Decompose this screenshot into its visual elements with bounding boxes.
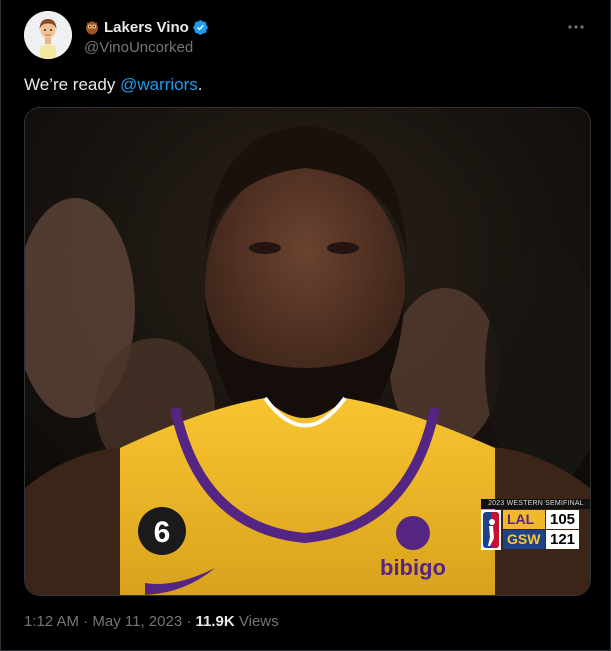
jersey-number: 6 [154,516,171,549]
verified-badge-icon [192,19,209,36]
jersey-sponsor: bibigo [380,555,446,580]
scorebug-score: 121 [546,530,579,549]
avatar[interactable] [24,11,72,59]
tweet-header: Lakers Vino @VinoUncorked [24,11,592,61]
meta-separator: · [182,613,196,630]
scorebug-team: GSW [503,530,545,549]
cartoon-avatar-icon [24,11,72,59]
scorebug: 2023 WESTERN SEMIFINAL LAL 105 GSW 121 [481,499,590,551]
owl-icon [84,19,100,35]
meta-separator: · [79,613,93,630]
tweet-meta: 1:12 AM · May 11, 2023 · 11.9K Views [24,613,279,630]
author-handle[interactable]: @VinoUncorked [84,39,209,56]
scorebug-score: 105 [546,510,579,529]
nba-logo-icon [481,510,501,550]
tweet-text-prefix: We’re ready [24,75,121,94]
tweet-media-image[interactable]: 6 bibigo 2023 WESTERN SEMIFINAL LAL 105 … [24,107,591,596]
display-name[interactable]: Lakers Vino [104,19,189,36]
views-label: Views [234,613,279,630]
scorebug-row-gsw: GSW 121 [503,530,579,549]
author-names: Lakers Vino @VinoUncorked [84,17,209,56]
tweet-text-suffix: . [197,75,203,94]
name-row[interactable]: Lakers Vino [84,17,209,37]
tweet-time[interactable]: 1:12 AM [24,613,79,630]
scorebug-row-lal: LAL 105 [503,510,579,529]
scorebug-team: LAL [503,510,545,529]
tweet-card: Lakers Vino @VinoUncorked We’re ready @w… [0,0,611,651]
tweet-date[interactable]: May 11, 2023 [92,613,182,630]
scorebug-title: 2023 WESTERN SEMIFINAL [481,499,590,509]
views-count[interactable]: 11.9K [196,613,235,630]
tweet-text: We’re ready @warriors. [24,75,203,95]
more-options-icon[interactable] [566,19,586,29]
mention-link[interactable]: @warriors [120,75,198,94]
